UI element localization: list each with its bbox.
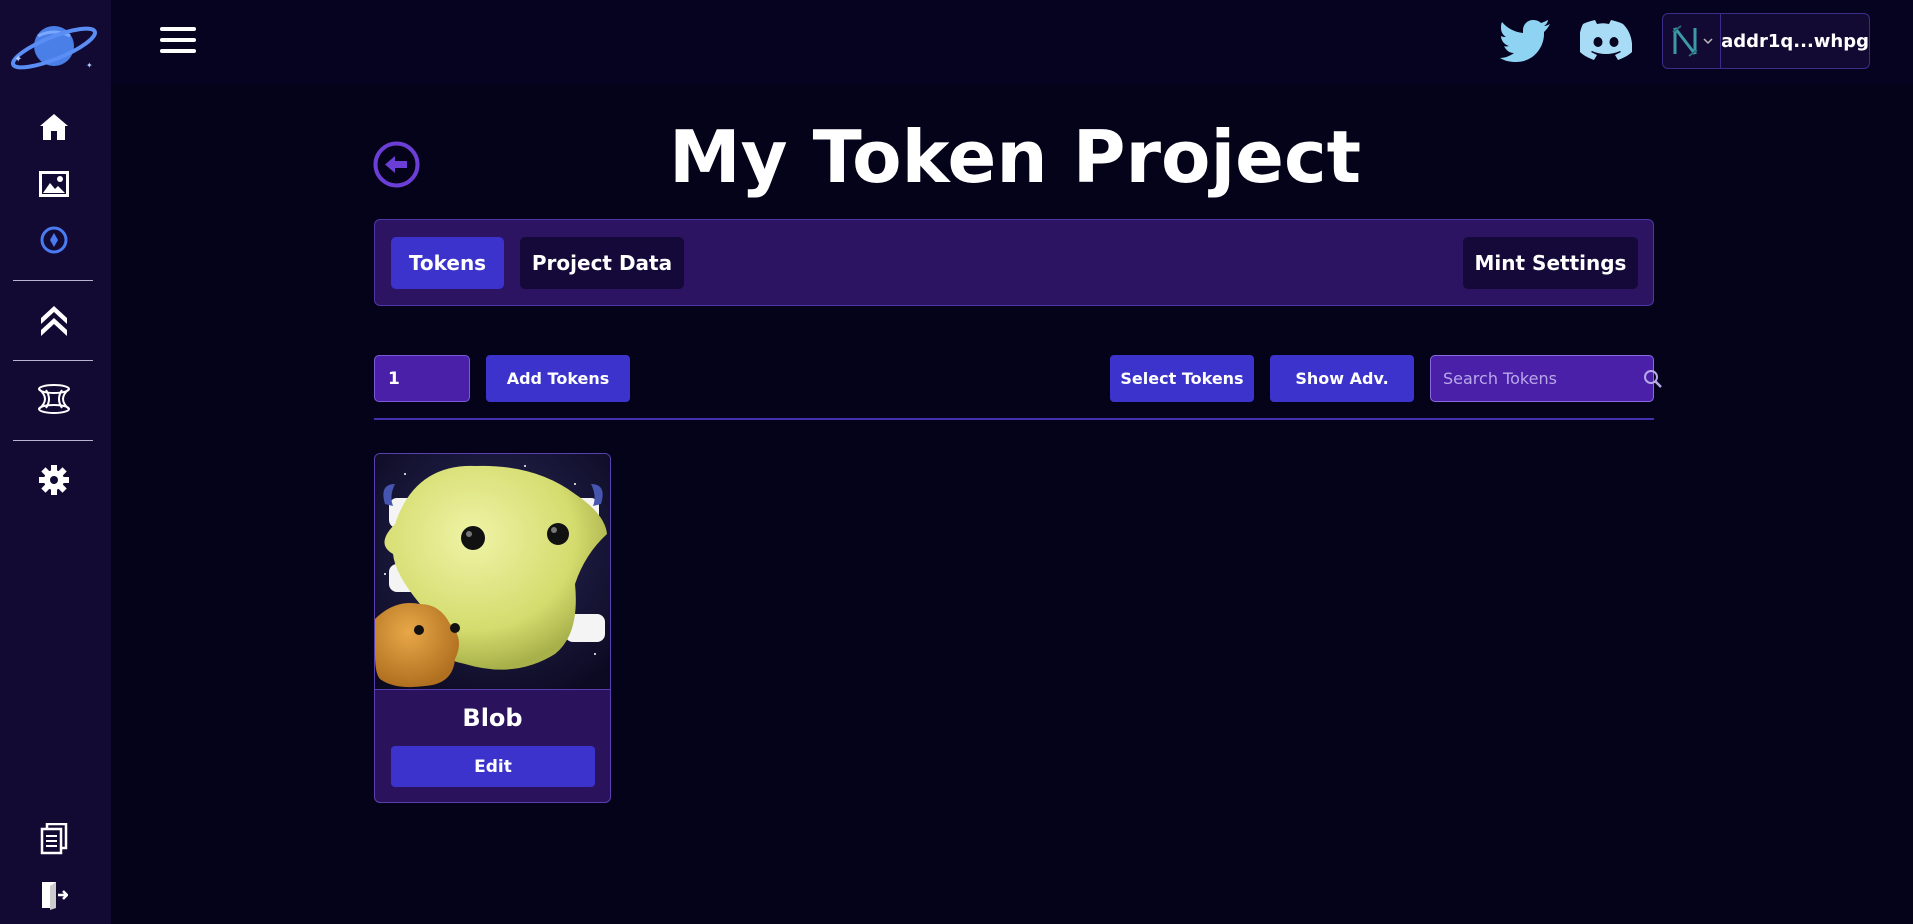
sidebar-divider: [13, 440, 93, 441]
svg-text:✦: ✦: [86, 61, 93, 70]
token-image: [375, 454, 610, 690]
compass-icon[interactable]: [37, 223, 71, 257]
add-tokens-button[interactable]: Add Tokens: [486, 355, 630, 402]
gear-icon[interactable]: [37, 463, 71, 497]
planet-logo[interactable]: ✦ ✦: [8, 18, 100, 74]
image-icon[interactable]: [37, 167, 71, 201]
toolbar-divider: [374, 418, 1654, 420]
menu-icon[interactable]: [160, 27, 196, 57]
documents-icon[interactable]: [37, 822, 71, 856]
wallet-address: addr1q...whpg: [1721, 30, 1869, 52]
discord-icon[interactable]: [1579, 18, 1633, 64]
tab-mint-settings[interactable]: Mint Settings: [1463, 237, 1638, 289]
tab-tokens[interactable]: Tokens: [391, 237, 504, 289]
nami-wallet-icon: [1663, 14, 1722, 68]
wormhole-icon[interactable]: [37, 382, 71, 416]
token-name: Blob: [462, 704, 523, 732]
arrow-left-circle-icon: [373, 141, 420, 188]
twitter-icon[interactable]: [1500, 18, 1552, 64]
chevrons-up-icon[interactable]: [37, 302, 71, 336]
edit-token-button[interactable]: Edit: [391, 746, 595, 787]
tab-project-data[interactable]: Project Data: [520, 237, 684, 289]
home-icon[interactable]: [37, 110, 71, 144]
show-advanced-button[interactable]: Show Adv.: [1270, 355, 1414, 402]
chevron-down-icon: [1703, 38, 1713, 45]
back-button[interactable]: [373, 141, 420, 188]
select-tokens-button[interactable]: Select Tokens: [1110, 355, 1254, 402]
svg-text:✦: ✦: [14, 54, 22, 65]
page-title: My Token Project: [668, 115, 1362, 199]
sidebar-divider: [13, 280, 93, 281]
top-bar: [111, 0, 1913, 84]
sidebar-divider: [13, 360, 93, 361]
project-tab-bar: Tokens Project Data Mint Settings: [374, 219, 1654, 306]
search-icon[interactable]: [1643, 369, 1663, 389]
search-tokens-input[interactable]: [1431, 356, 1643, 401]
sidebar: ✦ ✦: [0, 0, 111, 924]
token-quantity-input[interactable]: [374, 355, 470, 402]
wallet-button[interactable]: addr1q...whpg: [1662, 13, 1870, 69]
search-box: [1430, 355, 1662, 402]
token-card[interactable]: Blob Edit: [374, 453, 611, 803]
logout-icon[interactable]: [37, 878, 71, 912]
